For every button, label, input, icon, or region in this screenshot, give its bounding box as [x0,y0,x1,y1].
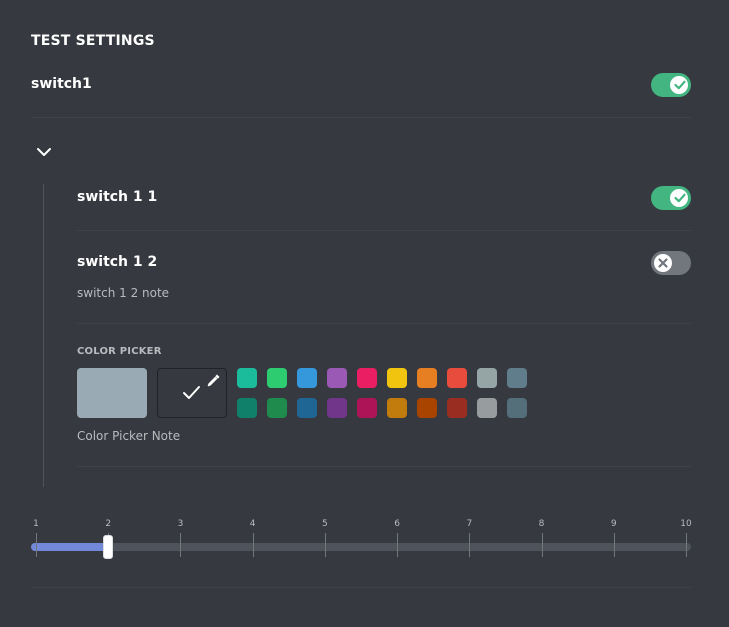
color-swatch[interactable] [447,398,467,418]
switch12-toggle[interactable] [651,251,691,275]
slider-tick-label: 7 [466,519,473,529]
chevron-down-icon [37,148,51,156]
color-swatch[interactable] [477,368,497,388]
slider-tick-label: 5 [322,519,328,529]
switch11-toggle[interactable] [651,186,691,210]
color-swatch[interactable] [477,398,497,418]
collapse-toggle[interactable] [35,144,53,160]
slider-tick-mark [180,533,181,557]
slider-tick-label: 6 [394,519,400,529]
color-swatch[interactable] [267,398,287,418]
color-swatch[interactable] [297,368,317,388]
color-swatch[interactable] [327,398,347,418]
slider-tick-mark [397,533,398,557]
divider [77,230,691,231]
color-swatch[interactable] [357,398,377,418]
color-swatch[interactable] [447,368,467,388]
group-guide-line [43,184,44,487]
color-swatch[interactable] [297,398,317,418]
section-title: TEST SETTINGS [31,33,155,49]
slider-tick-mark [325,533,326,557]
color-swatch[interactable] [357,368,377,388]
slider-tick-mark [469,533,470,557]
color-swatch[interactable] [507,368,527,388]
slider-tick-mark [614,533,615,557]
divider [77,323,691,324]
divider [77,466,691,467]
color-picker-label: COLOR PICKER [77,346,162,357]
color-swatch[interactable] [417,398,437,418]
color-swatch[interactable] [387,398,407,418]
color-swatch[interactable] [417,368,437,388]
switch11-label: switch 1 1 [77,189,158,205]
slider-tick-label: 9 [610,519,617,529]
slider-tick-label: 3 [177,519,184,529]
color-swatch[interactable] [507,398,527,418]
check-icon [674,193,686,203]
color-swatch[interactable] [387,368,407,388]
slider-tick-label: 2 [105,519,112,529]
slider-fill [31,543,109,551]
check-icon [183,386,200,399]
slider-tick-mark [36,533,37,557]
default-color-swatch[interactable] [77,368,147,418]
switch1-label: switch1 [31,76,92,92]
slider-track[interactable] [31,543,691,551]
close-icon [658,258,668,268]
slider-grabber[interactable] [103,535,114,559]
slider-tick-mark [686,533,687,557]
color-swatch[interactable] [327,368,347,388]
divider [31,117,691,118]
slider-tick-label: 1 [33,519,39,529]
color-swatch[interactable] [237,368,257,388]
eyedropper-icon[interactable] [206,372,222,388]
slider-tick-label: 4 [249,519,256,529]
slider-tick-mark [542,533,543,557]
switch12-note: switch 1 2 note [77,286,170,300]
color-swatch[interactable] [267,368,287,388]
slider-tick-label: 8 [538,519,545,529]
custom-color-swatch[interactable] [157,368,227,418]
settings-panel: TEST SETTINGS switch1 switch 1 1 switch … [0,0,729,627]
switch12-label: switch 1 2 [77,254,158,270]
divider [31,587,691,588]
slider-tick-mark [253,533,254,557]
slider-tick-label: 10 [680,519,692,529]
check-icon [674,80,686,90]
switch1-toggle[interactable] [651,73,691,97]
color-picker-note: Color Picker Note [77,429,181,443]
color-swatch[interactable] [237,398,257,418]
